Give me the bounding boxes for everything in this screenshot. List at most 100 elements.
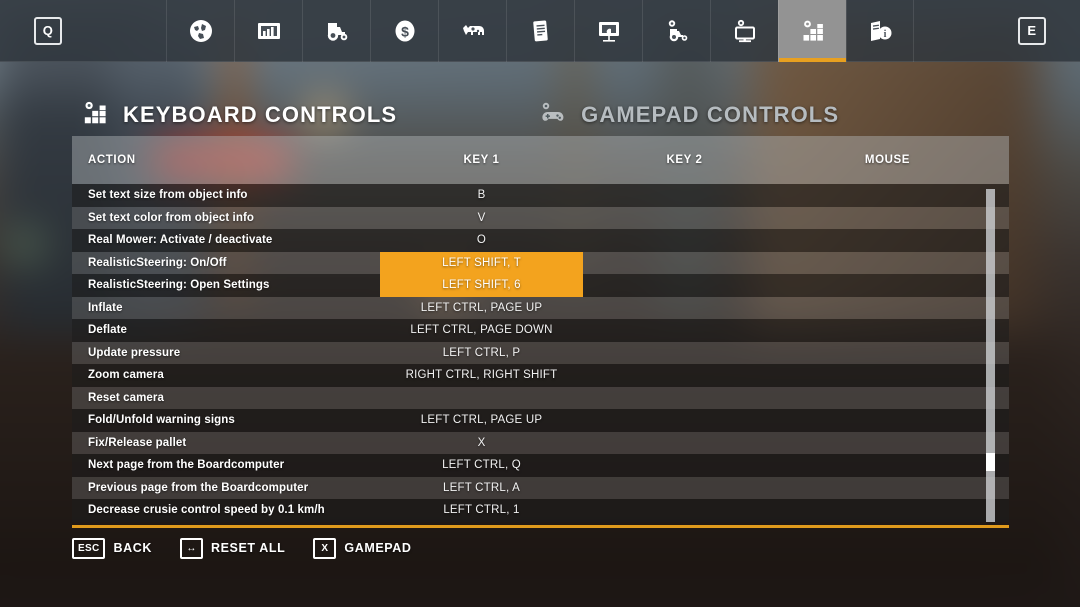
table-row[interactable]: Set text size from object info B [72, 184, 1009, 207]
row-action-label: Decrease crusie control speed by 0.1 km/… [88, 504, 325, 517]
nav-tab-production[interactable] [574, 0, 642, 62]
nav-tab-list: $ i [166, 0, 914, 62]
table-row[interactable]: Fix/Release pallet X [72, 431, 1009, 454]
row-key1-value[interactable]: LEFT CTRL, 1 [380, 504, 583, 516]
table-row[interactable]: Next page from the Boardcomputer LEFT CTR… [72, 454, 1009, 477]
table-row[interactable]: Update pressure LEFT CTRL, P [72, 341, 1009, 364]
svg-text:$: $ [401, 24, 409, 40]
vertical-scrollbar[interactable] [986, 189, 995, 522]
help-reset-all-key-badge: ↔ [179, 537, 203, 559]
next-tab-key-badge[interactable]: E [1018, 16, 1046, 45]
table-row[interactable]: Previous page from the Boardcomputer LEFT… [72, 476, 1009, 499]
row-key1-value[interactable]: X [380, 437, 583, 449]
row-action-label: Deflate [88, 324, 128, 337]
nav-tab-game-settings[interactable] [710, 0, 778, 62]
table-row[interactable]: Decrease crusie control speed by 0.1 km/… [72, 499, 1009, 522]
row-action-label: Zoom camera [88, 369, 164, 382]
help-gamepad-item[interactable]: X GAMEPAD [313, 537, 412, 559]
table-row[interactable]: Set text color from object info V [72, 206, 1009, 229]
row-action-label: RealisticSteering: Open Settings [88, 279, 270, 292]
help-reset-all-item[interactable]: ↔ RESET ALL [179, 537, 286, 559]
monitor-gear-icon [732, 18, 758, 44]
background-light-c [0, 215, 60, 275]
panel-tab-bar: KEYBOARD CONTROLS GAMEPAD CONTROLS [72, 94, 1009, 136]
top-navigation-bar: Q $ i E [0, 0, 1080, 62]
help-back-key-badge: ESC [72, 537, 106, 559]
row-action-label: Fold/Unfold warning signs [88, 414, 235, 427]
help-gamepad-label: GAMEPAD [344, 541, 412, 555]
row-key1-value[interactable]: LEFT CTRL, PAGE UP [380, 414, 583, 426]
bar-chart-icon [256, 18, 282, 44]
column-header-key2: KEY 2 [666, 154, 703, 166]
game-screen: Q $ i E KEYBOARD CONTROLS GAMEPAD CONTRO… [0, 0, 1080, 607]
help-gamepad-key-badge: X [313, 537, 337, 559]
table-row[interactable]: Deflate LEFT CTRL, PAGE DOWN [72, 319, 1009, 342]
nav-tab-help[interactable]: i [846, 0, 914, 62]
row-key1-value[interactable]: LEFT CTRL, A [380, 482, 583, 494]
nav-tab-contracts[interactable] [506, 0, 574, 62]
row-key1-value[interactable]: LEFT CTRL, PAGE DOWN [380, 324, 583, 336]
nav-tab-finances[interactable]: $ [370, 0, 438, 62]
table-row[interactable]: Real Mower: Activate / deactivate O [72, 229, 1009, 252]
row-action-label: Previous page from the Boardcomputer [88, 481, 309, 494]
bottom-help-bar: ESC BACK ↔ RESET ALL X GAMEPAD [72, 535, 440, 561]
column-header-key1: KEY 1 [463, 154, 500, 166]
nav-tab-vehicle-settings[interactable] [642, 0, 710, 62]
row-key1-value[interactable]: O [380, 234, 583, 246]
column-header-mouse: MOUSE [864, 154, 911, 166]
row-action-label: Set text size from object info [88, 189, 248, 202]
row-action-label: RealisticSteering: On/Off [88, 256, 227, 269]
table-row[interactable]: Fold/Unfold warning signs LEFT CTRL, PAGE… [72, 409, 1009, 432]
topbar-left-group: Q [0, 0, 62, 61]
blocks-gear-icon [80, 99, 110, 132]
help-reset-all-label: RESET ALL [210, 541, 286, 555]
tab-keyboard-controls[interactable]: KEYBOARD CONTROLS [80, 99, 397, 132]
row-action-label: Fix/Release pallet [88, 436, 187, 449]
table-row[interactable]: RealisticSteering: Open Settings LEFT SHI… [72, 274, 1009, 297]
table-header-row: ACTION KEY 1 KEY 2 MOUSE [72, 136, 1009, 184]
row-key1-value[interactable]: LEFT SHIFT, T [380, 251, 583, 274]
controls-table-body[interactable]: Set text size from object info B Set text … [72, 184, 1009, 525]
row-action-label: Update pressure [88, 346, 181, 359]
table-row[interactable]: Reset camera [72, 386, 1009, 409]
tractor-icon [323, 18, 351, 44]
help-info-icon: i [867, 18, 893, 44]
topbar-spacer-right [914, 0, 1018, 61]
row-action-label: Set text color from object info [88, 211, 255, 224]
blocks-gear-icon [799, 18, 827, 44]
nav-tab-map[interactable] [166, 0, 234, 62]
cow-icon [459, 18, 487, 44]
row-key1-value[interactable]: B [380, 189, 583, 201]
row-action-label: Real Mower: Activate / deactivate [88, 234, 273, 247]
help-back-label: BACK [113, 541, 152, 555]
topbar-right-group: E [1018, 0, 1080, 61]
row-action-label: Next page from the Boardcomputer [88, 459, 285, 472]
nav-tab-statistics[interactable] [234, 0, 302, 62]
help-back-item[interactable]: ESC BACK [72, 537, 152, 559]
scrollbar-thumb[interactable] [986, 453, 995, 471]
row-key1-value[interactable]: V [380, 212, 583, 224]
topbar-spacer-left [62, 0, 166, 61]
table-row[interactable]: Inflate LEFT CTRL, PAGE UP [72, 296, 1009, 319]
nav-tab-vehicles[interactable] [302, 0, 370, 62]
tractor-gear-icon [663, 18, 691, 44]
tab-gamepad-controls[interactable]: GAMEPAD CONTROLS [538, 99, 839, 132]
table-row[interactable]: Zoom camera RIGHT CTRL, RIGHT SHIFT [72, 364, 1009, 387]
gamepad-gear-icon [538, 99, 568, 132]
prev-tab-key-badge[interactable]: Q [34, 16, 62, 45]
controls-panel: ACTION KEY 1 KEY 2 MOUSE Set text size f… [72, 136, 1009, 528]
svg-text:i: i [884, 29, 887, 40]
nav-tab-animals[interactable] [438, 0, 506, 62]
row-key1-value[interactable]: LEFT SHIFT, 6 [380, 274, 583, 297]
row-key1-value[interactable]: LEFT CTRL, Q [380, 459, 583, 471]
row-key1-value[interactable]: RIGHT CTRL, RIGHT SHIFT [380, 369, 583, 381]
nav-tab-controls[interactable] [778, 0, 846, 62]
globe-icon [188, 18, 214, 44]
column-header-action: ACTION [88, 154, 136, 166]
table-row[interactable]: RealisticSteering: On/Off LEFT SHIFT, T [72, 251, 1009, 274]
tab-gamepad-controls-label: GAMEPAD CONTROLS [581, 102, 840, 127]
tab-keyboard-controls-label: KEYBOARD CONTROLS [123, 102, 398, 127]
row-key1-value[interactable]: LEFT CTRL, P [380, 347, 583, 359]
row-key1-value[interactable]: LEFT CTRL, PAGE UP [380, 302, 583, 314]
row-action-label: Reset camera [88, 391, 165, 404]
